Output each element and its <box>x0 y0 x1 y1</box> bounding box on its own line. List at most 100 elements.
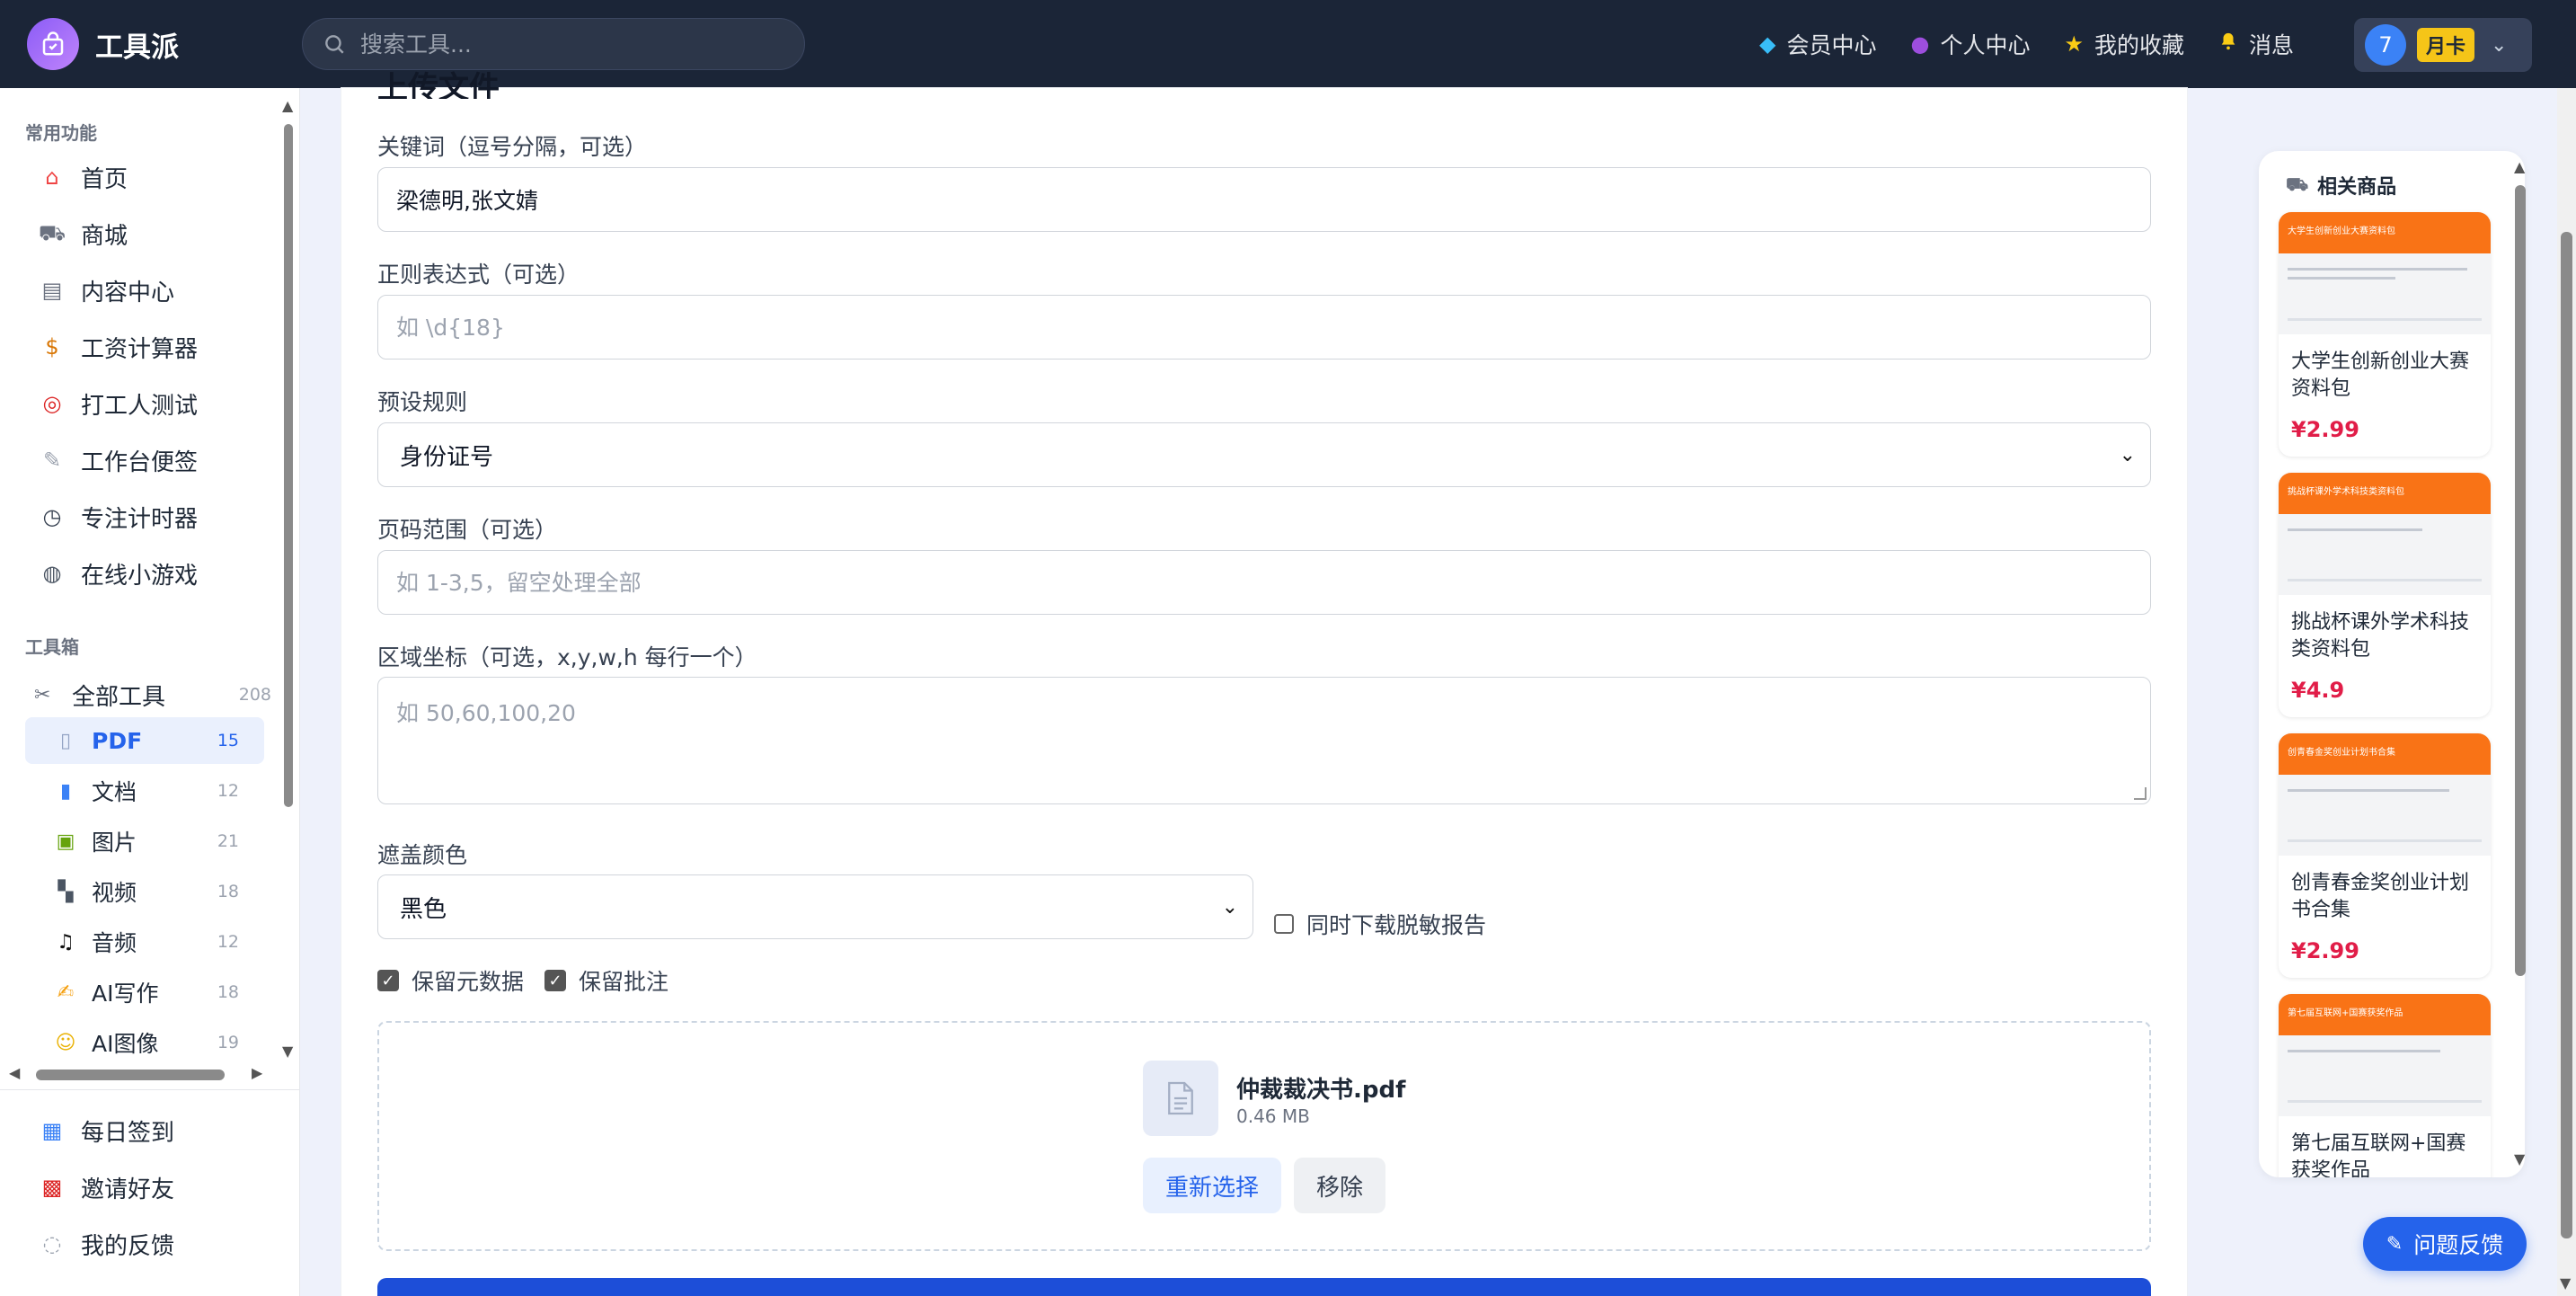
sidebar-category-images[interactable]: ▣ 图片 21 <box>25 818 264 865</box>
product-price: ¥2.99 <box>2291 938 2359 963</box>
sidebar-category-docs[interactable]: ▮ 文档 12 <box>25 768 264 814</box>
star-icon: ★ <box>2064 31 2084 57</box>
scroll-down-arrow-icon[interactable]: ▼ <box>2560 1274 2571 1292</box>
sidebar-item-label: 工资计算器 <box>81 335 199 363</box>
search-input[interactable] <box>360 31 792 58</box>
reselect-button[interactable]: 重新选择 <box>1143 1158 1281 1213</box>
sidebar-category-ai-image[interactable]: ☺ AI图像 19 <box>25 1019 264 1066</box>
color-label: 遮盖颜色 <box>377 842 468 868</box>
nav-messages[interactable]: 消息 <box>2218 28 2294 60</box>
sidebar-category-video[interactable]: ▚ 视频 18 <box>25 868 264 915</box>
sidebar-item-invite[interactable]: ▩ 邀请好友 <box>36 1165 174 1210</box>
sidebar-category-ai-writing[interactable]: ✍ AI写作 18 <box>25 969 264 1016</box>
file-upload-zone[interactable]: 仲裁裁决书.pdf 0.46 MB 重新选择 移除 <box>377 1021 2151 1251</box>
sidebar-item-salary[interactable]: $ 工资计算器 <box>36 324 198 369</box>
sidebar-item-mall[interactable]: ⛟ 商城 <box>36 211 128 256</box>
related-panel-scrollbar[interactable]: ▲ ▼ <box>2512 158 2528 1174</box>
product-card[interactable]: 创青春金奖创业计划书合集 创青春金奖创业计划书合集 ¥2.99 <box>2279 733 2491 978</box>
product-thumbnail: 大学生创新创业大赛资料包 <box>2279 212 2491 334</box>
shopping-bag-logo-icon <box>27 18 79 70</box>
preset-select[interactable]: 身份证号 ⌄ <box>377 422 2151 487</box>
keep-annotations-checkbox[interactable]: ✓ 保留批注 <box>544 964 668 997</box>
stopwatch-icon: ◷ <box>42 504 62 529</box>
writing-icon: ✍ <box>57 981 75 1004</box>
thumbnail-line <box>2288 528 2422 531</box>
keywords-input[interactable] <box>377 167 2151 232</box>
remove-button[interactable]: 移除 <box>1294 1158 1385 1213</box>
sidebar-item-memo[interactable]: ✎ 工作台便签 <box>36 438 198 483</box>
nav-favorites[interactable]: ★ 我的收藏 <box>2064 28 2184 60</box>
nav-member-center[interactable]: ◆ 会员中心 <box>1759 28 1876 60</box>
scroll-up-arrow-icon[interactable]: ▲ <box>282 97 293 114</box>
scrollbar-thumb[interactable] <box>36 1070 225 1080</box>
news-icon: ▤ <box>41 278 63 303</box>
checkmark-icon[interactable]: ✓ <box>377 970 399 991</box>
submit-button[interactable] <box>377 1278 2151 1296</box>
related-products-panel: ⛟ 相关商品 大学生创新创业大赛资料包 大学生创新创业大赛资料包 ¥2.99 挑… <box>2259 151 2525 1177</box>
report-checkbox[interactable]: 同时下载脱敏报告 <box>1274 908 1486 940</box>
category-label: AI写作 <box>92 981 159 1007</box>
sidebar-horizontal-scrollbar[interactable]: ◀ ▶ <box>0 1061 270 1087</box>
color-value: 黑色 <box>400 895 447 923</box>
category-count: 18 <box>217 982 239 1002</box>
scrollbar-thumb[interactable] <box>284 124 293 807</box>
feedback-button[interactable]: ✎ 问题反馈 <box>2363 1217 2527 1271</box>
sidebar-item-home[interactable]: ⌂ 首页 <box>36 155 128 200</box>
checkbox-unchecked[interactable] <box>1274 914 1294 934</box>
scroll-left-arrow-icon[interactable]: ◀ <box>9 1064 20 1081</box>
logo[interactable]: 工具派 <box>27 18 179 70</box>
resize-handle[interactable] <box>2134 787 2147 800</box>
sidebar-item-content[interactable]: ▤ 内容中心 <box>36 268 174 313</box>
pages-input[interactable] <box>377 550 2151 615</box>
sidebar-vertical-scrollbar[interactable]: ▲ ▼ <box>282 97 295 1060</box>
preset-label: 预设规则 <box>377 389 468 415</box>
product-card[interactable]: 挑战杯课外学术科技类资料包 挑战杯课外学术科技类资料包 ¥4.9 <box>2279 473 2491 717</box>
user-icon: ● <box>1910 31 1930 57</box>
feedback-button-label: 问题反馈 <box>2413 1232 2504 1258</box>
sidebar-section-toolbox: 工具箱 <box>25 636 79 658</box>
sidebar-item-all-tools[interactable]: ✂ 全部工具 208 <box>34 672 277 717</box>
related-title-label: 相关商品 <box>2317 176 2397 199</box>
keep-metadata-checkbox[interactable]: ✓ 保留元数据 <box>377 964 524 997</box>
scroll-up-arrow-icon[interactable]: ▲ <box>2514 158 2525 175</box>
sidebar-item-worker-test[interactable]: ◎ 打工人测试 <box>36 381 199 426</box>
regex-input[interactable] <box>377 295 2151 360</box>
checkmark-icon[interactable]: ✓ <box>544 970 566 991</box>
sidebar-category-audio[interactable]: ♫ 音频 12 <box>25 919 264 965</box>
scroll-down-arrow-icon[interactable]: ▼ <box>282 1043 293 1060</box>
sidebar-item-label: 每日签到 <box>81 1119 175 1147</box>
product-price: ¥4.9 <box>2291 678 2345 703</box>
thumbnail-line <box>2288 789 2449 792</box>
scrollbar-thumb[interactable] <box>2515 185 2526 976</box>
sidebar-item-timer[interactable]: ◷ 专注计时器 <box>36 494 199 539</box>
sidebar-section-common: 常用功能 <box>25 122 97 144</box>
page-scrollbar[interactable]: ▼ <box>2557 88 2576 1296</box>
scroll-down-arrow-icon[interactable]: ▼ <box>2514 1150 2525 1167</box>
music-icon: ♫ <box>57 930 75 954</box>
keep-annotations-label: 保留批注 <box>579 969 669 995</box>
home-icon: ⌂ <box>45 164 59 190</box>
diamond-icon: ◆ <box>1759 31 1776 57</box>
sidebar-item-label: 邀请好友 <box>81 1176 175 1203</box>
file-size: 0.46 MB <box>1236 1105 1310 1127</box>
product-card[interactable]: 第七届互联网+国赛获奖作品 第七届互联网+国赛获奖作品 <box>2279 994 2491 1177</box>
sidebar-item-games[interactable]: ◍ 在线小游戏 <box>36 551 199 596</box>
scroll-right-arrow-icon[interactable]: ▶ <box>252 1064 262 1081</box>
sidebar-item-feedback[interactable]: ◌ 我的反馈 <box>36 1221 175 1266</box>
product-banner: 挑战杯课外学术科技类资料包 <box>2279 473 2491 514</box>
nav-personal-center[interactable]: ● 个人中心 <box>1910 28 2030 60</box>
product-banner: 创青春金奖创业计划书合集 <box>2279 733 2491 775</box>
scrollbar-thumb[interactable] <box>2561 232 2572 1238</box>
report-checkbox-label: 同时下载脱敏报告 <box>1306 912 1487 938</box>
product-card[interactable]: 大学生创新创业大赛资料包 大学生创新创业大赛资料包 ¥2.99 <box>2279 212 2491 457</box>
sidebar-item-label: 在线小游戏 <box>81 562 199 590</box>
region-textarea[interactable]: 如 50,60,100,20 <box>377 677 2151 804</box>
category-label: 音频 <box>92 930 137 956</box>
sidebar-item-checkin[interactable]: ▦ 每日签到 <box>36 1108 174 1153</box>
thumbnail-line <box>2288 579 2482 581</box>
main-form-card: 上传文件 关键词（逗号分隔，可选） 正则表达式（可选） 预设规则 身份证号 ⌄ … <box>341 70 2187 1296</box>
user-menu[interactable]: 7 月卡 ⌄ <box>2354 18 2532 72</box>
tool-count: 208 <box>238 685 271 705</box>
color-select[interactable]: 黑色 ⌄ <box>377 874 1253 939</box>
sidebar-category-pdf[interactable]: ▯ PDF 15 <box>25 717 264 764</box>
